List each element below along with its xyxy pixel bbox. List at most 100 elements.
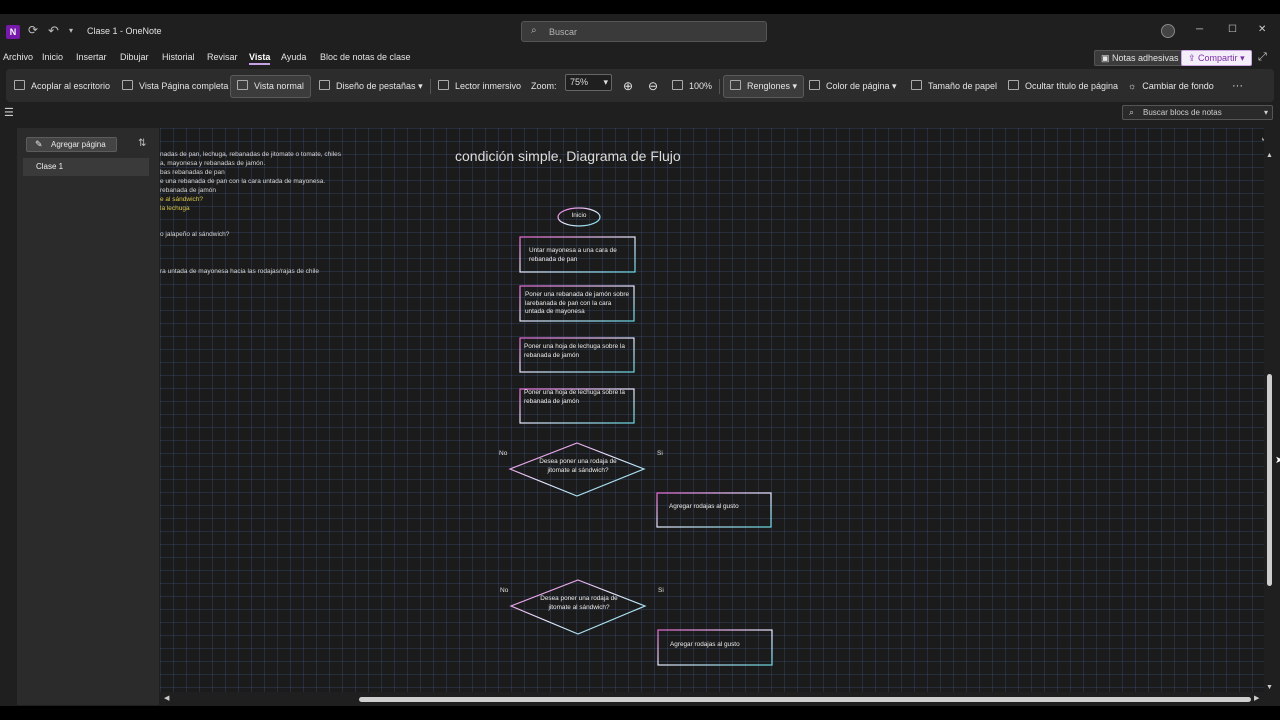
tamano-papel-button[interactable]: Tamaño de papel <box>911 77 997 96</box>
tabs-layout-icon <box>319 80 330 90</box>
chevron-down-icon: ▾ <box>1263 108 1268 117</box>
normal-view-icon <box>237 80 248 90</box>
onenote-window: N ⟳ ↶ ▾ Clase 1 - OneNote ⌕ Buscar ─ ☐ ✕… <box>0 14 1280 706</box>
scroll-left-icon[interactable]: ◀ <box>164 694 169 702</box>
compartir-button[interactable]: ⇪ Compartir ▾ <box>1181 50 1252 66</box>
dock-icon <box>14 80 25 90</box>
sun-icon: ☼ <box>1128 81 1137 91</box>
vista-normal-button[interactable]: Vista normal <box>230 75 311 98</box>
mouse-cursor-icon: ➤ <box>1275 455 1280 466</box>
page-item-clase-1[interactable]: Clase 1 <box>23 158 149 176</box>
process-label-2: Poner una rebanada de jamón sobre lareba… <box>525 291 630 315</box>
flowchart-drawing <box>508 207 773 666</box>
share-icon: ⇪ <box>1188 53 1199 63</box>
decision-label-2: Desea poner una rodaja de jitomate al sá… <box>540 595 618 611</box>
process-label-1: Untar mayonesa a una cara de rebanada de… <box>529 247 617 263</box>
color-pagina-button[interactable]: Color de página ▾ <box>809 77 897 96</box>
notas-adhesivas-button[interactable]: ▣ Notas adhesivas <box>1094 50 1186 66</box>
decision-2-no-label: No <box>500 587 509 594</box>
menu-historial[interactable]: Historial <box>162 52 195 62</box>
close-icon[interactable]: ✕ <box>1258 24 1266 35</box>
ribbon-separator <box>719 79 720 94</box>
scroll-up-icon[interactable]: ▲ <box>1266 152 1273 159</box>
pagina-completa-button[interactable]: Vista Página completa <box>122 77 228 96</box>
add-page-button[interactable]: ✎ Agregar página <box>26 137 117 152</box>
pagina-completa-label: Vista Página completa <box>139 81 229 91</box>
zoom-100-label: 100% <box>689 81 713 91</box>
notebook-search-placeholder: Buscar blocs de notas <box>1143 108 1222 117</box>
zoom-select[interactable]: 75% ▾ <box>565 74 612 91</box>
renglones-button[interactable]: Renglones ▾ <box>723 75 805 98</box>
chevron-down-icon: ▾ <box>1237 53 1245 63</box>
lector-inmersivo-label: Lector inmersivo <box>455 81 522 91</box>
sync-icon[interactable]: ⟳ <box>28 23 38 37</box>
process-label-4: Poner una hoja de lechuga sobre la reban… <box>524 389 625 405</box>
cambiar-fondo-label: Cambiar de fondo <box>1142 81 1214 91</box>
avatar[interactable] <box>1161 24 1175 38</box>
full-page-icon <box>122 80 133 90</box>
maximize-icon[interactable]: ☐ <box>1228 24 1237 35</box>
search-icon: ⌕ <box>1129 107 1135 117</box>
renglones-label: Renglones <box>747 81 791 91</box>
page-icon <box>672 80 683 90</box>
acoplar-button[interactable]: Acoplar al escritorio <box>14 77 110 96</box>
window-title: Clase 1 - OneNote <box>87 26 162 36</box>
title-bar: N ⟳ ↶ ▾ Clase 1 - OneNote ⌕ Buscar ─ ☐ ✕ <box>0 14 1280 48</box>
decision-1-no-label: No <box>499 450 508 457</box>
search-placeholder: Buscar <box>549 27 578 37</box>
paper-size-icon <box>911 80 922 90</box>
navigation-menu-icon[interactable]: ☰ <box>4 106 14 119</box>
diseno-pestanas-label: Diseño de pestañas <box>336 81 416 91</box>
search-icon: ⌕ <box>531 25 537 36</box>
menu-bloc-notas-clase[interactable]: Bloc de notas de clase <box>320 52 411 62</box>
chevron-down-icon: ▾ <box>889 81 897 91</box>
page-canvas[interactable]: nadas de pan, lechuga, rebanadas de jito… <box>160 128 1264 692</box>
process-label-3: Poner una hoja de lechuga sobre la reban… <box>524 343 625 359</box>
scroll-down-icon[interactable]: ▼ <box>1266 684 1273 691</box>
cambiar-fondo-button[interactable]: ☼ Cambiar de fondo <box>1128 77 1214 96</box>
menu-vista[interactable]: Vista <box>249 52 271 65</box>
menu-dibujar[interactable]: Dibujar <box>120 52 149 62</box>
expand-icon[interactable]: ⤢ <box>1258 51 1267 64</box>
notas-adhesivas-label: Notas adhesivas <box>1112 53 1179 63</box>
action-label-2: Agregar rodajas al gusto <box>670 641 740 648</box>
chevron-down-icon[interactable]: ▾ <box>69 26 73 35</box>
scroll-right-icon[interactable]: ▶ <box>1254 694 1259 702</box>
ocultar-titulo-button[interactable]: Ocultar título de página <box>1008 77 1118 96</box>
horizontal-scrollbar[interactable]: ◀ ▶ <box>160 692 1264 706</box>
vertical-scrollbar[interactable]: ▲ ▼ <box>1264 128 1274 706</box>
decision-1-yes-label: Si <box>657 450 663 457</box>
add-page-label: Agregar página <box>51 140 106 149</box>
notebook-search-input[interactable]: ⌕ Buscar blocs de notas ▾ <box>1122 105 1273 120</box>
chevron-down-icon: ▾ <box>790 81 798 91</box>
decision-label-1: Desea poner una rodaja de jitomate al sá… <box>539 458 617 474</box>
menu-archivo[interactable]: Archivo <box>3 52 33 62</box>
chevron-down-icon: ▾ <box>603 77 608 87</box>
lector-inmersivo-button[interactable]: Lector inmersivo <box>438 77 521 96</box>
zoom-out-icon[interactable]: ⊖ <box>648 77 658 96</box>
zoom-in-icon[interactable]: ⊕ <box>623 77 633 96</box>
sort-icon[interactable]: ⇅ <box>138 138 146 149</box>
tamano-papel-label: Tamaño de papel <box>928 81 998 91</box>
undo-icon[interactable]: ↶ <box>48 23 59 39</box>
search-input[interactable]: ⌕ Buscar <box>521 21 767 42</box>
menu-ayuda[interactable]: Ayuda <box>281 52 306 62</box>
vertical-scroll-thumb[interactable] <box>1267 374 1272 586</box>
more-options-icon[interactable]: ··· <box>1232 77 1243 96</box>
menu-inicio[interactable]: Inicio <box>42 52 63 62</box>
menu-insertar[interactable]: Insertar <box>76 52 107 62</box>
menu-revisar[interactable]: Revisar <box>207 52 238 62</box>
sticky-note-icon: ▣ <box>1101 53 1113 63</box>
ribbon-separator <box>310 79 311 94</box>
diseno-pestanas-button[interactable]: Diseño de pestañas ▾ <box>319 77 423 96</box>
zoom-label: Zoom: <box>531 81 557 91</box>
page-list-pane: ✎ Agregar página ⇅ Clase 1 <box>17 128 159 705</box>
immersive-reader-icon <box>438 80 449 90</box>
compartir-label: Compartir <box>1198 53 1238 63</box>
vista-normal-label: Vista normal <box>254 81 304 91</box>
horizontal-scroll-thumb[interactable] <box>359 697 1251 702</box>
zoom-100-button[interactable]: 100% <box>672 77 712 96</box>
decision-2-yes-label: Si <box>658 587 664 594</box>
minimize-icon[interactable]: ─ <box>1196 24 1203 35</box>
acoplar-label: Acoplar al escritorio <box>31 81 111 91</box>
